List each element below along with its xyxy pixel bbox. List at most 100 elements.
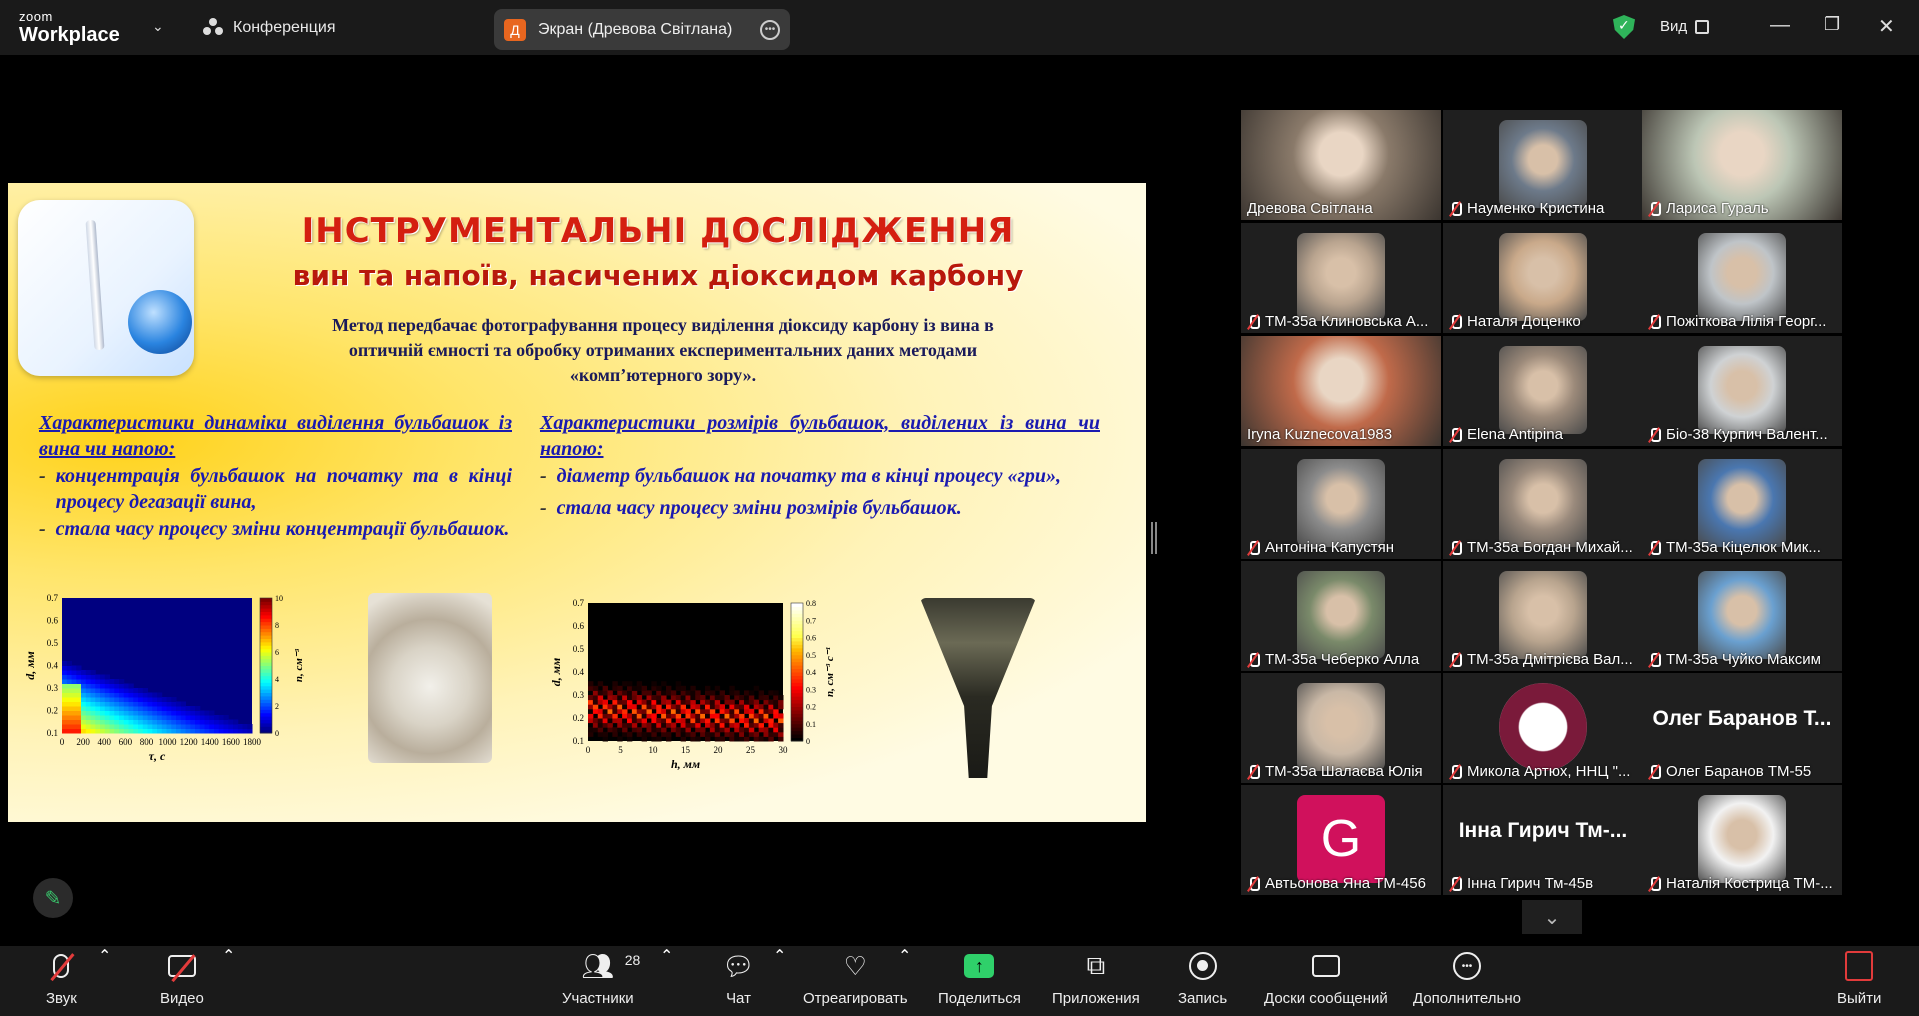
video-caret-icon[interactable]: ⌃: [222, 946, 235, 966]
participant-tile[interactable]: ТМ-35а Шалаєва Юлія: [1241, 673, 1441, 783]
more-icon[interactable]: •••: [760, 19, 780, 40]
chat-caret-icon[interactable]: ⌃: [773, 946, 786, 966]
heatmap-cell: [209, 710, 215, 716]
heatmap-cell: [666, 722, 672, 728]
participant-tile[interactable]: ТМ-35а Дмітрієва Вал...: [1443, 561, 1643, 671]
heatmap-cell: [76, 701, 82, 707]
participant-tile[interactable]: ТМ-35а Чуйко Максим: [1642, 561, 1842, 671]
heatmap-cell: [636, 695, 643, 701]
record-button[interactable]: Запись: [1178, 946, 1227, 1016]
participant-tile[interactable]: Біо-38 Курпич Валент...: [1642, 336, 1842, 446]
colorbar-segment: [260, 648, 272, 653]
heatmap-cell: [724, 718, 730, 724]
participant-tile[interactable]: Наталя Доценко: [1443, 223, 1643, 333]
heatmap-cell: [622, 681, 628, 687]
annotate-pencil-icon[interactable]: ✎: [33, 878, 73, 918]
heatmap-cell: [617, 704, 623, 710]
audio-caret-icon[interactable]: ⌃: [98, 946, 111, 966]
heatmap-cell: [76, 728, 82, 734]
heatmap-cell: [242, 724, 248, 729]
colorbar-label: n, см⁻³ с⁻¹: [824, 647, 836, 697]
heatmap-cell: [90, 688, 96, 693]
close-icon[interactable]: ✕: [1878, 14, 1895, 39]
chevron-down-icon[interactable]: ⌄: [1522, 900, 1582, 934]
colorbar-tick-label: 10: [275, 594, 283, 603]
heatmap-cell: [180, 724, 186, 729]
participant-display-name: Інна Гирич Тм-...: [1458, 819, 1628, 842]
heatmap-cell: [690, 695, 696, 701]
security-shield-icon[interactable]: [1613, 15, 1635, 39]
heatmap-cell: [700, 718, 706, 724]
heatmap-cell: [631, 727, 638, 733]
screen-share-pill[interactable]: Д Экран (Древова Світлана) •••: [494, 9, 790, 50]
participant-display-name: Олег Баранов Т...: [1652, 707, 1832, 730]
y-tick-label: 0.5: [573, 644, 585, 654]
more-button[interactable]: ••• Дополнительно: [1413, 946, 1521, 1016]
heatmap-cell: [627, 704, 633, 710]
heatmap-cell: [656, 727, 662, 733]
participant-tile[interactable]: Науменко Кристина: [1443, 110, 1643, 220]
heatmap-cell: [100, 724, 106, 729]
colorbar-segment: [260, 652, 272, 656]
react-caret-icon[interactable]: ⌃: [898, 946, 911, 966]
heatmap-cell: [646, 722, 652, 728]
split-resize-handle[interactable]: [1151, 522, 1157, 554]
heatmap-cell: [729, 699, 735, 705]
participant-tile[interactable]: Інна Гирич Тм-... Інна Гирич Тм-45в: [1443, 785, 1643, 895]
heatmap-cell: [631, 690, 638, 696]
heatmap-cell: [142, 710, 148, 716]
participant-tile[interactable]: ТМ-35а Кіцелюк Мик...: [1642, 449, 1842, 559]
heatmap-cell: [666, 708, 672, 714]
view-button[interactable]: Вид: [1660, 18, 1710, 35]
leave-button[interactable]: Выйти: [1837, 946, 1881, 1016]
heatmap-cell: [588, 727, 594, 733]
participant-tile[interactable]: Олег Баранов Т... Олег Баранов ТМ-55: [1642, 673, 1842, 783]
heatmap-cell: [714, 704, 721, 710]
participant-tile[interactable]: ТМ-35а Чеберко Алла: [1241, 561, 1441, 671]
heatmap-cell: [617, 690, 623, 696]
participant-tile[interactable]: Пожіткова Лілія Георг...: [1642, 223, 1842, 333]
chevron-down-icon[interactable]: ⌄: [152, 18, 164, 35]
heatmap-cell: [100, 715, 106, 720]
whiteboards-button[interactable]: Доски сообщений: [1264, 946, 1388, 1016]
restore-icon[interactable]: ❐: [1824, 14, 1840, 35]
conference-menu[interactable]: Конференция: [203, 18, 336, 38]
share-button[interactable]: ↑ Поделиться: [938, 946, 1021, 1016]
heatmap-cell: [661, 699, 667, 705]
participant-tile[interactable]: Elena Antipina: [1443, 336, 1643, 446]
heatmap-cell: [180, 706, 186, 711]
audio-button[interactable]: Звук: [46, 946, 77, 1016]
chat-button[interactable]: 💬︎ Чат: [722, 946, 755, 1016]
participant-tile[interactable]: ТМ-35а Клиновська А...: [1241, 223, 1441, 333]
participant-name-text: ТМ-35а Богдан Михай...: [1467, 539, 1633, 556]
participant-tile[interactable]: Лариса Гураль: [1642, 110, 1842, 220]
heatmap-cell: [104, 674, 110, 680]
react-button[interactable]: ♡ Отреагировать: [803, 946, 908, 1016]
participants-caret-icon[interactable]: ⌃: [660, 946, 673, 966]
x-tick-label: 1800: [243, 737, 262, 747]
participant-tile[interactable]: Iryna Kuznecova1983: [1241, 336, 1441, 446]
colorbar-segment: [260, 692, 272, 697]
heatmap-cell: [76, 710, 82, 716]
participant-tile[interactable]: G Автьонова Яна ТМ-456: [1241, 785, 1441, 895]
participant-tile[interactable]: Наталія Кострица ТМ-...: [1642, 785, 1842, 895]
colorbar-segment: [791, 716, 803, 721]
mic-muted-icon: [1449, 201, 1462, 217]
apps-button[interactable]: ⧉ Приложения: [1052, 946, 1140, 1016]
video-button[interactable]: Видео: [160, 946, 204, 1016]
participant-tile[interactable]: ТМ-35а Богдан Михай...: [1443, 449, 1643, 559]
participant-tile[interactable]: Антоніна Капустян: [1241, 449, 1441, 559]
zoom-logo[interactable]: zoom Workplace: [19, 10, 120, 45]
participants-button[interactable]: 👥︎ 28 Участники: [562, 946, 640, 1016]
colorbar-segment: [260, 655, 272, 660]
minimize-icon[interactable]: —: [1770, 14, 1790, 37]
heatmap-cell: [592, 704, 599, 710]
participant-tile[interactable]: Древова Світлана: [1241, 110, 1441, 220]
heatmap-cell: [724, 727, 730, 733]
heatmap-cell: [123, 701, 129, 707]
heatmap-cell: [90, 692, 96, 698]
y-tick-label: 0.1: [573, 736, 584, 746]
participant-tile[interactable]: Микола Артюх, ННЦ "...: [1443, 673, 1643, 783]
heatmap-cell: [651, 727, 657, 733]
heatmap-cell: [195, 715, 201, 720]
